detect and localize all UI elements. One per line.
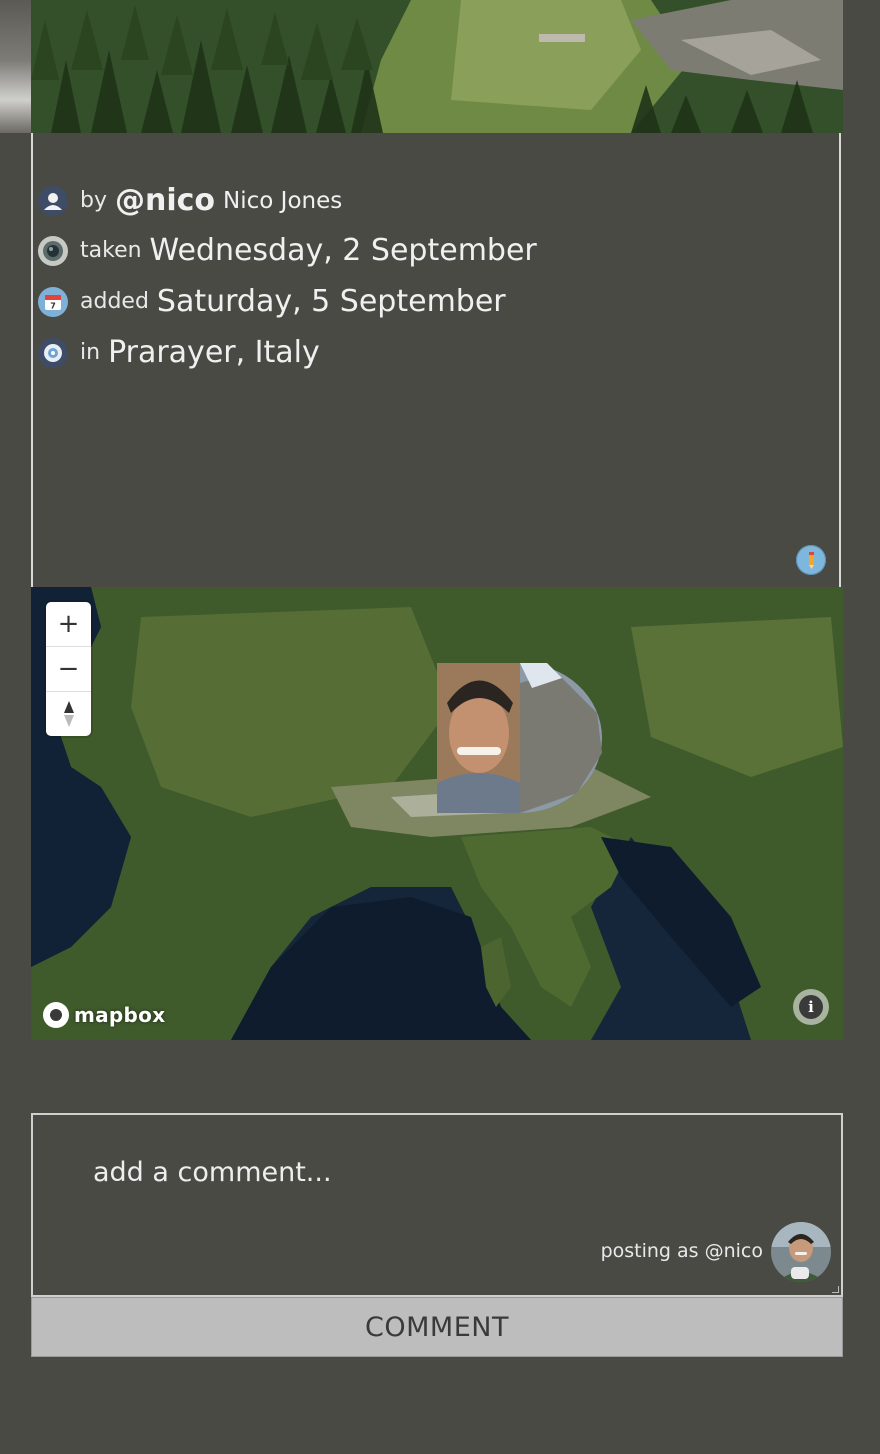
- posting-as-label: posting as @nico: [600, 1240, 763, 1262]
- added-date: Saturday, 5 September: [156, 284, 506, 319]
- location-label: in: [80, 340, 101, 365]
- comment-form: posting as @nico: [31, 1113, 843, 1297]
- avatar: [771, 1222, 831, 1282]
- pencil-icon: [809, 552, 814, 569]
- zoom-in-button[interactable]: +: [46, 602, 91, 647]
- location-target-icon: [38, 337, 68, 368]
- svg-text:7: 7: [50, 301, 56, 310]
- camera-lens-icon: [38, 235, 68, 266]
- mapbox-logo-text: mapbox: [74, 1003, 166, 1027]
- photo[interactable]: [31, 0, 843, 133]
- author-handle[interactable]: @nico: [115, 183, 215, 218]
- added-row: 7 added Saturday, 5 September: [38, 284, 506, 319]
- mapbox-logo-icon: [43, 1002, 69, 1028]
- adjacent-photo-edge: [0, 0, 31, 133]
- author-label: by: [80, 188, 107, 213]
- author-name[interactable]: Nico Jones: [223, 188, 342, 214]
- photo-info-panel: by @nico Nico Jones taken Wednesday, 2 S…: [31, 133, 841, 587]
- compass-icon: [63, 701, 74, 727]
- photo-location-marker[interactable]: [437, 663, 603, 813]
- zoom-out-button[interactable]: −: [46, 647, 91, 692]
- location-row: in Prarayer, Italy: [38, 335, 320, 370]
- author-row: by @nico Nico Jones: [38, 183, 342, 218]
- taken-label: taken: [80, 238, 142, 263]
- map-zoom-controls: + −: [46, 602, 91, 736]
- taken-row: taken Wednesday, 2 September: [38, 233, 537, 268]
- satellite-map-image: [31, 587, 843, 1040]
- location-name[interactable]: Prarayer, Italy: [108, 335, 320, 370]
- map-attribution-button[interactable]: i: [793, 989, 829, 1025]
- taken-date: Wednesday, 2 September: [149, 233, 537, 268]
- edit-button[interactable]: [796, 545, 826, 575]
- user-icon: [38, 185, 68, 216]
- info-icon: i: [799, 995, 823, 1019]
- compass-button[interactable]: [46, 692, 91, 736]
- comment-submit-button[interactable]: COMMENT: [31, 1297, 843, 1357]
- calendar-icon: 7: [38, 286, 68, 317]
- added-label: added: [80, 289, 149, 314]
- comment-input[interactable]: [93, 1157, 793, 1188]
- mapbox-logo[interactable]: mapbox: [43, 1002, 165, 1028]
- location-map[interactable]: + − mapbox i: [31, 587, 843, 1040]
- textarea-resize-handle[interactable]: [832, 1286, 839, 1293]
